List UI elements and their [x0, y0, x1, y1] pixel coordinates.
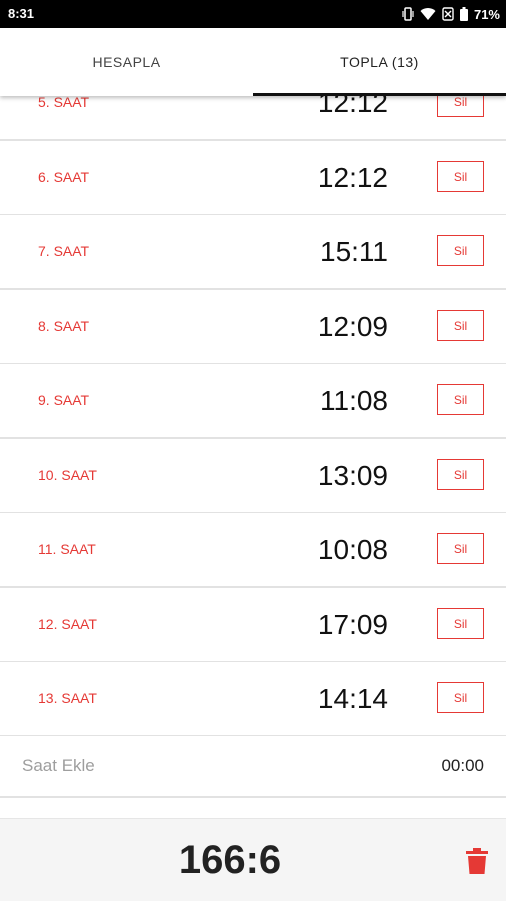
total-hours: 166:6: [178, 838, 282, 882]
hour-label: 12. SAAT: [38, 616, 97, 632]
status-time: 8:31: [8, 6, 35, 21]
delete-button[interactable]: Sil: [437, 384, 484, 415]
hour-value: 12:12: [317, 96, 388, 118]
delete-button[interactable]: Sil: [437, 459, 484, 490]
trash-icon[interactable]: [466, 848, 488, 874]
hour-label: 5. SAAT: [38, 96, 90, 110]
list-item: 9. SAAT 11:08 Sil: [0, 364, 506, 439]
list-item: 12. SAAT 17:09 Sil: [0, 588, 506, 663]
add-hour-row[interactable]: Saat Ekle 00:00: [0, 736, 506, 798]
battery-icon: [459, 7, 468, 21]
battery-percentage: 71%: [473, 6, 500, 22]
hour-label: 6. SAAT: [38, 169, 90, 185]
hour-value: 11:08: [320, 385, 388, 416]
add-hour-label[interactable]: Saat Ekle: [22, 736, 95, 796]
total-footer: 166:6: [0, 818, 506, 901]
hour-value: 10:08: [317, 534, 388, 565]
delete-button[interactable]: Sil: [437, 235, 484, 266]
hour-label: 9. SAAT: [38, 392, 90, 408]
hour-value: 14:14: [317, 683, 388, 714]
list-item: 5. SAAT 12:12 Sil: [0, 96, 506, 141]
hours-list[interactable]: 5. SAAT 12:12 Sil 6. SAAT 12:12 Sil 7. S…: [0, 96, 506, 809]
list-item: 13. SAAT 14:14 Sil: [0, 662, 506, 737]
delete-button[interactable]: Sil: [437, 682, 484, 713]
hour-label: 8. SAAT: [38, 318, 90, 334]
tab-topla[interactable]: TOPLA (13): [253, 28, 506, 96]
delete-button[interactable]: Sil: [437, 161, 484, 192]
list-item: 6. SAAT 12:12 Sil: [0, 141, 506, 216]
delete-button[interactable]: Sil: [437, 533, 484, 564]
add-hour-value[interactable]: 00:00: [441, 736, 484, 796]
hour-value: 13:09: [317, 460, 388, 491]
hour-value: 17:09: [317, 609, 388, 640]
tab-hesapla[interactable]: HESAPLA: [0, 28, 253, 96]
hour-label: 13. SAAT: [38, 690, 97, 706]
delete-button[interactable]: Sil: [437, 608, 484, 639]
delete-button[interactable]: Sil: [437, 96, 484, 117]
hour-value: 12:12: [317, 162, 388, 193]
tab-bar: HESAPLA TOPLA (13): [0, 28, 506, 96]
hour-label: 7. SAAT: [38, 243, 90, 259]
hour-label: 11. SAAT: [38, 541, 96, 557]
no-sim-icon: [442, 7, 454, 21]
list-item: 7. SAAT 15:11 Sil: [0, 215, 506, 290]
vibrate-icon: [402, 7, 414, 21]
list-item: 8. SAAT 12:09 Sil: [0, 290, 506, 365]
hour-label: 10. SAAT: [38, 467, 97, 483]
hour-value: 12:09: [317, 311, 388, 342]
list-item: 11. SAAT 10:08 Sil: [0, 513, 506, 588]
hour-value: 15:11: [320, 236, 388, 267]
status-bar: 8:31 71%: [0, 0, 506, 28]
status-icons: 71%: [402, 5, 500, 23]
wifi-icon: [420, 8, 436, 20]
delete-button[interactable]: Sil: [437, 310, 484, 341]
list-item: 10. SAAT 13:09 Sil: [0, 439, 506, 514]
